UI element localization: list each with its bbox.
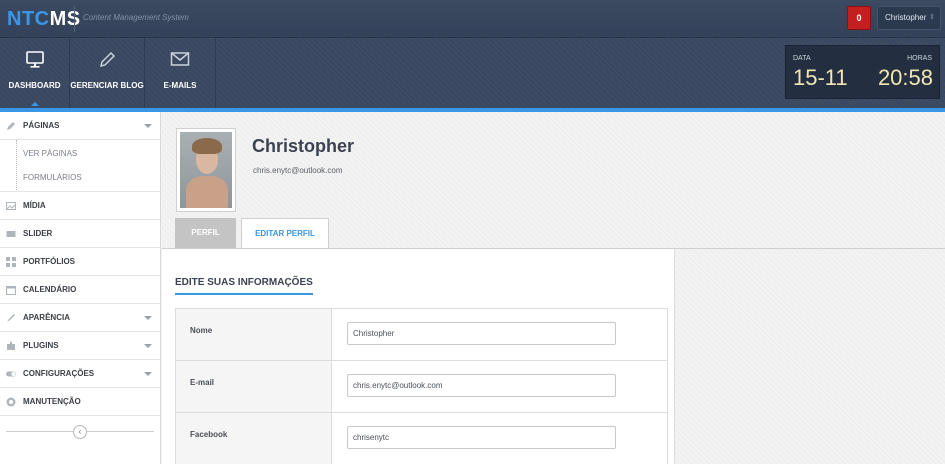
- updown-arrow-icon: ⇕: [929, 14, 935, 21]
- avatar-hair: [192, 138, 222, 154]
- toggle-icon: [6, 371, 16, 377]
- time-label: HORAS: [907, 55, 932, 62]
- edit-panel: EDITE SUAS INFORMAÇÕES Nome E-mail Faceb…: [162, 249, 675, 464]
- sidebar-item-portfolios[interactable]: PORTFÓLIOS: [0, 248, 160, 276]
- sidebar-item-manutencao[interactable]: MANUTENÇÃO: [0, 388, 160, 416]
- datetime-widget: DATA 15-11 HORAS 20:58: [785, 45, 940, 99]
- form-label-cell: Nome: [176, 309, 332, 360]
- chevron-down-icon: [144, 124, 152, 128]
- main-nav: DASHBOARD GERENCIAR BLOG E-MAILS DATA 15…: [0, 38, 945, 108]
- main-content: Christopher chris.enytc@outlook.com PERF…: [162, 112, 945, 464]
- profile-email: chris.enytc@outlook.com: [253, 166, 343, 175]
- sidebar-item-label: MANUTENÇÃO: [23, 397, 81, 406]
- calendar-icon: [6, 286, 16, 295]
- sidebar-item-label: PÁGINAS: [23, 121, 60, 130]
- nav-emails-label: E-MAILS: [163, 81, 197, 90]
- sidebar-item-label: PORTFÓLIOS: [23, 257, 75, 266]
- nav-gerenciar-blog[interactable]: GERENCIAR BLOG: [70, 38, 145, 108]
- nav-gerenciar-blog-label: GERENCIAR BLOG: [70, 81, 144, 90]
- app-subtitle: Content Management System: [83, 13, 189, 22]
- panel-title-underline: [175, 293, 313, 295]
- sidebar-item-configuracoes[interactable]: CONFIGURAÇÕES: [0, 360, 160, 388]
- sidebar-subitem-formularios[interactable]: FORMULÁRIOS: [0, 164, 160, 192]
- date-label: DATA: [793, 55, 811, 62]
- logo[interactable]: NTCMS: [7, 8, 81, 31]
- sidebar-item-aparencia[interactable]: APARÊNCIA: [0, 304, 160, 332]
- date-value: 15-11: [793, 65, 848, 90]
- email-field[interactable]: [347, 374, 616, 397]
- sidebar-item-label: MÍDIA: [23, 201, 46, 210]
- avatar-body: [186, 176, 228, 208]
- sidebar-item-label: SLIDER: [23, 229, 53, 238]
- tab-editar-perfil[interactable]: EDITAR PERFIL: [241, 218, 329, 249]
- sidebar-item-label: APARÊNCIA: [23, 313, 70, 322]
- form-row-facebook: Facebook: [176, 413, 667, 464]
- lifebuoy-icon: [6, 397, 16, 407]
- logo-divider: [74, 6, 75, 32]
- nav-dashboard[interactable]: DASHBOARD: [0, 38, 70, 108]
- form-label: Facebook: [190, 430, 228, 439]
- notifications-badge[interactable]: 0: [847, 6, 871, 30]
- logo-cms: MS: [49, 8, 81, 30]
- monitor-icon: [25, 51, 44, 68]
- name-field[interactable]: [347, 322, 616, 345]
- nav-dashboard-label: DASHBOARD: [8, 81, 61, 90]
- media-icon: [6, 202, 16, 210]
- sidebar-item-label: CONFIGURAÇÕES: [23, 369, 95, 378]
- form-label-cell: E-mail: [176, 361, 332, 412]
- top-bar: NTCMS Content Management System 0 Christ…: [0, 0, 945, 38]
- chevron-down-icon: [144, 316, 152, 320]
- sidebar-item-slider[interactable]: SLIDER: [0, 220, 160, 248]
- time-value: 20:58: [877, 65, 933, 90]
- avatar-frame: [176, 128, 236, 212]
- sidebar-item-label: PLUGINS: [23, 341, 59, 350]
- chevron-down-icon: [144, 372, 152, 376]
- avatar[interactable]: [180, 132, 232, 208]
- sidebar-item-calendario[interactable]: CALENDÁRIO: [0, 276, 160, 304]
- pencil-icon: [7, 122, 15, 130]
- form-label: E-mail: [190, 378, 215, 387]
- sidebar-item-midia[interactable]: MÍDIA: [0, 192, 160, 220]
- panel-title: EDITE SUAS INFORMAÇÕES: [175, 277, 313, 288]
- brush-icon: [7, 314, 15, 322]
- slider-icon: [6, 231, 16, 237]
- form-label: Nome: [190, 326, 213, 335]
- form-row-email: E-mail: [176, 361, 667, 413]
- sidebar-subitem-label: FORMULÁRIOS: [23, 173, 82, 182]
- envelope-icon: [170, 52, 190, 66]
- puzzle-icon: [7, 341, 15, 350]
- sidebar-item-label: CALENDÁRIO: [23, 285, 77, 294]
- pencil-icon: [99, 51, 116, 68]
- nav-emails[interactable]: E-MAILS: [145, 38, 216, 108]
- form-table: Nome E-mail Facebook: [175, 308, 668, 464]
- sidebar-item-plugins[interactable]: PLUGINS: [0, 332, 160, 360]
- logo-nt: NTC: [7, 8, 50, 30]
- facebook-field[interactable]: [347, 426, 616, 449]
- user-menu[interactable]: Christopher ⇕: [877, 6, 941, 30]
- tab-perfil[interactable]: PERFIL: [175, 218, 236, 248]
- collapse-sidebar-icon[interactable]: ‹: [73, 425, 87, 439]
- sidebar-subitem-label: VER PÁGINAS: [23, 149, 78, 158]
- chevron-down-icon: [144, 344, 152, 348]
- form-row-nome: Nome: [176, 309, 667, 361]
- user-name: Christopher: [885, 13, 927, 22]
- profile-name: Christopher: [252, 136, 355, 156]
- sidebar-item-paginas[interactable]: PÁGINAS: [0, 112, 160, 140]
- sidebar: PÁGINAS VER PÁGINAS FORMULÁRIOS MÍDIA SL…: [0, 112, 161, 464]
- grid-icon: [6, 257, 16, 267]
- form-label-cell: Facebook: [176, 413, 332, 464]
- active-caret-icon: [30, 102, 39, 106]
